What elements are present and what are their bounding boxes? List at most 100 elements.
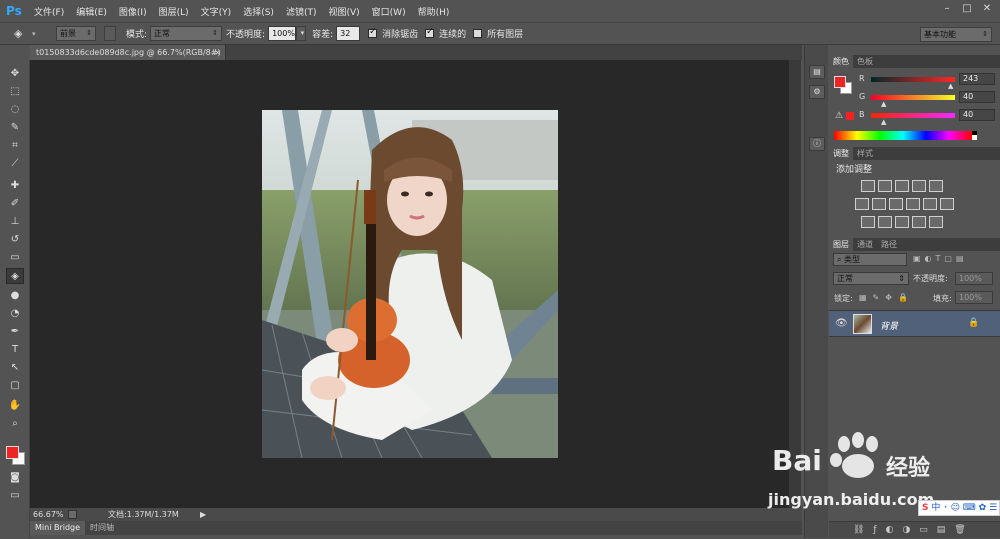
status-menu-arrow-icon[interactable]: ▶ bbox=[200, 508, 206, 521]
marquee-icon[interactable]: ⬚ bbox=[6, 84, 24, 100]
pattern-picker[interactable] bbox=[104, 26, 116, 41]
menu-item[interactable]: 文字(Y) bbox=[195, 5, 238, 18]
paint-bucket-icon[interactable]: ◈ bbox=[14, 26, 32, 41]
blue-slider-handle[interactable]: ▲ bbox=[881, 118, 886, 126]
contiguous-checkbox[interactable] bbox=[425, 27, 435, 38]
info-panel-icon[interactable]: ⓘ bbox=[809, 137, 825, 151]
history-brush-icon[interactable]: ↺ bbox=[6, 232, 24, 248]
workspace-select[interactable]: 基本功能 ⇕ bbox=[920, 27, 992, 42]
visibility-eye-icon[interactable]: 👁 bbox=[835, 318, 848, 329]
photo-filter-icon[interactable] bbox=[906, 198, 920, 210]
ime-toolbar[interactable]: S 中 ･ ☺ ⌨ ✿ ☰ bbox=[918, 500, 1000, 516]
eyedropper-icon[interactable]: ⟋ bbox=[6, 156, 24, 172]
layer-name[interactable]: 背景 bbox=[880, 319, 898, 332]
tab-paths[interactable]: 路径 bbox=[877, 238, 901, 251]
fill-source-select[interactable]: 前景 ⇕ bbox=[56, 26, 96, 41]
menu-item[interactable]: 帮助(H) bbox=[412, 5, 456, 18]
selective-color-icon[interactable] bbox=[929, 216, 943, 228]
color-spectrum-bar[interactable] bbox=[834, 131, 972, 140]
brush-icon[interactable]: ✐ bbox=[6, 196, 24, 212]
curves-icon[interactable] bbox=[895, 180, 909, 192]
tab-mini-bridge[interactable]: Mini Bridge bbox=[30, 521, 86, 535]
menu-item[interactable]: 编辑(E) bbox=[70, 5, 113, 18]
blur-icon[interactable]: ● bbox=[6, 288, 24, 304]
gamut-color-chip[interactable] bbox=[846, 112, 854, 120]
menu-item[interactable]: 文件(F) bbox=[28, 5, 70, 18]
green-value-input[interactable]: 40 bbox=[959, 91, 995, 103]
stamp-icon[interactable]: ⊥ bbox=[6, 214, 24, 230]
document-image[interactable] bbox=[262, 110, 558, 458]
layers-bottom-toolbar[interactable]: ⛓ƒ◐◑▭▤🗑 bbox=[829, 521, 1000, 538]
mode-select[interactable]: 正常 ⇕ bbox=[150, 26, 223, 41]
layer-opacity-input[interactable]: 100% bbox=[955, 272, 993, 285]
layer-row-background[interactable]: 👁 背景 🔒 bbox=[829, 310, 1000, 337]
menu-item[interactable]: 图层(L) bbox=[153, 5, 195, 18]
move-icon[interactable]: ✥ bbox=[6, 66, 24, 82]
opacity-input[interactable]: 100% bbox=[268, 26, 297, 41]
exposure-icon[interactable] bbox=[912, 180, 926, 192]
screen-mode-icon[interactable]: ▭ bbox=[6, 488, 24, 504]
hand-icon[interactable]: ✋ bbox=[6, 398, 24, 414]
tab-timeline[interactable]: 时间轴 bbox=[85, 521, 119, 535]
green-slider[interactable]: G 40 ▲ bbox=[859, 91, 999, 108]
black-white-icon[interactable] bbox=[889, 198, 903, 210]
tab-channels[interactable]: 通道 bbox=[853, 238, 877, 251]
channel-mixer-icon[interactable] bbox=[923, 198, 937, 210]
threshold-icon[interactable] bbox=[895, 216, 909, 228]
pen-icon[interactable]: ✒ bbox=[6, 324, 24, 340]
tab-adjustments[interactable]: 调整 bbox=[829, 147, 853, 160]
hue-saturation-icon[interactable] bbox=[855, 198, 869, 210]
blue-slider[interactable]: B 40 ▲ bbox=[859, 109, 999, 126]
color-balance-icon[interactable] bbox=[872, 198, 886, 210]
zoom-icon[interactable]: ⌕ bbox=[6, 416, 24, 432]
menu-item[interactable]: 视图(V) bbox=[322, 5, 365, 18]
antialias-checkbox[interactable] bbox=[368, 27, 378, 38]
share-icon[interactable] bbox=[68, 510, 77, 519]
tab-styles[interactable]: 样式 bbox=[853, 147, 877, 160]
layer-filter-icons[interactable]: ▣◐T▢▤ bbox=[913, 254, 991, 265]
red-slider-track[interactable] bbox=[871, 77, 955, 82]
red-slider[interactable]: R 243 ▲ bbox=[859, 73, 999, 90]
brightness-icon[interactable] bbox=[861, 180, 875, 192]
healing-icon[interactable]: ✚ bbox=[6, 178, 24, 194]
tolerance-input[interactable]: 32 bbox=[336, 26, 361, 41]
red-value-input[interactable]: 243 bbox=[959, 73, 995, 85]
posterize-icon[interactable] bbox=[878, 216, 892, 228]
foreground-color-swatch[interactable] bbox=[834, 76, 846, 88]
tab-color[interactable]: 颜色 bbox=[829, 55, 853, 68]
eraser-icon[interactable]: ▭ bbox=[6, 250, 24, 266]
close-tab-icon[interactable]: × bbox=[214, 45, 221, 60]
spectrum-white-chip[interactable] bbox=[972, 135, 977, 140]
all-layers-checkbox[interactable] bbox=[473, 29, 483, 38]
dodge-icon[interactable]: ◔ bbox=[6, 306, 24, 322]
layer-filter-select[interactable]: ⌕ 类型 bbox=[833, 253, 907, 266]
color-lookup-icon[interactable] bbox=[940, 198, 954, 210]
green-slider-handle[interactable]: ▲ bbox=[881, 100, 886, 108]
path-select-icon[interactable]: ↖ bbox=[6, 360, 24, 376]
tab-layers[interactable]: 图层 bbox=[829, 238, 853, 251]
maximize-button[interactable]: □ bbox=[958, 2, 976, 16]
menu-item[interactable]: 窗口(W) bbox=[366, 5, 412, 18]
blue-value-input[interactable]: 40 bbox=[959, 109, 995, 121]
lasso-icon[interactable]: ◌ bbox=[6, 102, 24, 118]
invert-icon[interactable] bbox=[861, 216, 875, 228]
rectangle-icon[interactable]: ▢ bbox=[6, 378, 24, 394]
quick-select-icon[interactable]: ✎ bbox=[6, 120, 24, 136]
type-icon[interactable]: T bbox=[6, 342, 24, 358]
menu-item[interactable]: 滤镜(T) bbox=[280, 5, 323, 18]
history-panel-icon[interactable]: ▤ bbox=[809, 65, 825, 79]
menu-item[interactable]: 选择(S) bbox=[237, 5, 280, 18]
red-slider-handle[interactable]: ▲ bbox=[948, 82, 953, 90]
zoom-level[interactable]: 66.67% bbox=[33, 508, 64, 521]
opacity-dropdown[interactable]: ▾ bbox=[296, 26, 307, 41]
document-tab[interactable]: t0150833d6cde089d8c.jpg @ 66.7%(RGB/8#) … bbox=[30, 45, 226, 60]
properties-panel-icon[interactable]: ⚙ bbox=[809, 85, 825, 99]
crop-icon[interactable]: ⌗ bbox=[6, 138, 24, 154]
lock-icons[interactable]: ▦✎✥🔒 bbox=[859, 293, 914, 302]
layer-thumbnail[interactable] bbox=[853, 314, 872, 334]
paint-bucket-icon[interactable]: ◈ bbox=[6, 268, 24, 284]
menu-item[interactable]: 图像(I) bbox=[113, 5, 153, 18]
fill-input[interactable]: 100% bbox=[955, 291, 993, 304]
quick-mask-icon[interactable]: ◙ bbox=[6, 470, 24, 486]
gradient-map-icon[interactable] bbox=[912, 216, 926, 228]
